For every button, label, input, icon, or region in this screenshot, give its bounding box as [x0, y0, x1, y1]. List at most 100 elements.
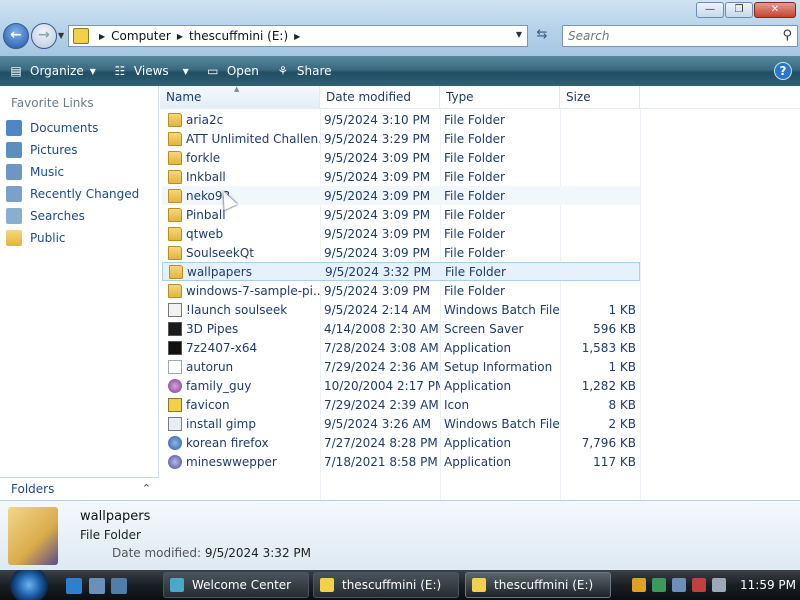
table-row[interactable]: family_guy 10/20/2004 2:17 PM Applicatio…	[162, 376, 640, 395]
public-folder-icon	[6, 230, 22, 246]
volume-muted-icon[interactable]	[712, 578, 726, 592]
help-button[interactable]: ?	[774, 62, 792, 80]
table-row[interactable]: qtweb 9/5/2024 3:09 PM File Folder	[162, 224, 640, 243]
table-row[interactable]: windows-7-sample-pi... 9/5/2024 3:09 PM …	[162, 281, 640, 300]
table-row[interactable]: Pinball 9/5/2024 3:09 PM File Folder	[162, 205, 640, 224]
minimize-button[interactable]: —	[696, 2, 724, 18]
file-name: aria2c	[186, 112, 224, 127]
search-input[interactable]	[563, 26, 763, 46]
breadcrumb-separator-icon[interactable]: ▶	[294, 32, 300, 41]
search-icon[interactable]: ⚲	[782, 28, 792, 43]
file-name: SoulseekQt	[186, 245, 255, 260]
forward-arrow-icon: →	[38, 27, 50, 43]
table-row[interactable]: mineswwepper 7/18/2021 8:58 PM Applicati…	[162, 452, 640, 471]
sidebar-item-pictures[interactable]: Pictures	[6, 142, 78, 158]
column-header-size[interactable]: Size	[560, 86, 640, 109]
table-row[interactable]: autorun 7/29/2024 2:36 AM Setup Informat…	[162, 357, 640, 376]
file-date: 10/20/2004 2:17 PM	[324, 378, 440, 393]
table-row[interactable]: favicon 7/29/2024 2:39 AM Icon 8 KB	[162, 395, 640, 414]
table-row[interactable]: aria2c 9/5/2024 3:10 PM File Folder	[162, 110, 640, 129]
refresh-button[interactable]: ⇆	[531, 27, 553, 45]
table-row[interactable]: korean firefox 7/27/2024 8:28 PM Applica…	[162, 433, 640, 452]
folder-icon	[168, 131, 182, 146]
breadcrumb-separator-icon[interactable]: ▶	[99, 32, 105, 41]
recent-pages-dropdown[interactable]: ▼	[58, 31, 64, 40]
breadcrumb-computer[interactable]: Computer	[111, 29, 171, 43]
sidebar-item-searches[interactable]: Searches	[6, 208, 85, 224]
internet-explorer-icon[interactable]	[66, 578, 82, 594]
address-bar[interactable]: ▶ Computer ▶ thescuffmini (E:) ▶ ▼	[68, 25, 528, 47]
file-date: 9/5/2024 3:09 PM	[324, 283, 431, 298]
open-button[interactable]: ▭ Open	[205, 64, 259, 78]
table-row[interactable]: forkle 9/5/2024 3:09 PM File Folder	[162, 148, 640, 167]
table-row[interactable]: install gimp 9/5/2024 3:26 AM Windows Ba…	[162, 414, 640, 433]
views-label: Views	[133, 64, 169, 78]
task-explorer-1[interactable]: thescuffmini (E:)	[313, 572, 459, 598]
organize-button[interactable]: ▤ Organize ▼	[8, 64, 96, 78]
table-row[interactable]: 7z2407-x64 7/28/2024 3:08 AM Application…	[162, 338, 640, 357]
command-bar: ▤ Organize ▼ ☷ Views ▼ ▭ Open ⚘ Share ?	[0, 56, 800, 86]
navigation-pane: Favorite Links Documents Pictures Music …	[0, 86, 159, 500]
address-dropdown-icon[interactable]: ▼	[516, 30, 522, 39]
views-button[interactable]: ☷ Views ▼	[112, 64, 189, 78]
folder-icon	[169, 264, 183, 279]
network-sharing-icon[interactable]	[652, 578, 666, 592]
welcome-center-icon	[170, 578, 184, 592]
column-header-label: Name	[166, 90, 202, 104]
column-header-date[interactable]: Date modified	[320, 86, 440, 109]
network-disconnected-icon[interactable]	[692, 578, 706, 592]
task-label: thescuffmini (E:)	[342, 578, 442, 592]
table-row[interactable]: ATT Unlimited Challen... 9/5/2024 3:29 P…	[162, 129, 640, 148]
task-label: thescuffmini (E:)	[494, 578, 594, 592]
forward-button[interactable]: →	[31, 23, 57, 49]
sidebar-item-public[interactable]: Public	[6, 230, 66, 246]
search-box[interactable]: ⚲	[562, 25, 798, 47]
recently-changed-icon	[6, 186, 22, 202]
table-row[interactable]: SoulseekQt 9/5/2024 3:09 PM File Folder	[162, 243, 640, 262]
file-type: File Folder	[444, 169, 505, 184]
task-welcome-center[interactable]: Welcome Center	[163, 572, 309, 598]
sidebar-item-documents[interactable]: Documents	[6, 120, 98, 136]
table-row[interactable]: Inkball 9/5/2024 3:09 PM File Folder	[162, 167, 640, 186]
maximize-button[interactable]: ❐	[725, 2, 753, 18]
start-button[interactable]	[9, 570, 49, 600]
file-type: Application	[444, 454, 512, 469]
column-header-type[interactable]: Type	[440, 86, 560, 109]
details-type: File Folder	[80, 528, 141, 542]
task-explorer-2[interactable]: thescuffmini (E:)	[465, 572, 611, 598]
wallpapers-folder-thumbnail	[8, 507, 58, 565]
back-button[interactable]: ←	[3, 23, 29, 49]
table-row[interactable]: !launch soulseek 9/5/2024 2:14 AM Window…	[162, 300, 640, 319]
drive-icon	[73, 28, 89, 44]
show-desktop-icon[interactable]	[89, 578, 105, 594]
sidebar-item-music[interactable]: Music	[6, 164, 64, 180]
pictures-icon	[6, 142, 22, 158]
file-date: 7/18/2021 8:58 PM	[324, 454, 438, 469]
sort-arrow-icon: ▲	[234, 85, 240, 93]
table-row[interactable]: 3D Pipes 4/14/2008 2:30 AM Screen Saver …	[162, 319, 640, 338]
organize-icon: ▤	[10, 64, 22, 78]
share-button[interactable]: ⚘ Share	[275, 64, 331, 78]
task-label: Welcome Center	[192, 578, 292, 592]
folder-icon	[168, 150, 182, 165]
folders-toggle[interactable]: Folders ⌃	[0, 477, 159, 500]
organize-label: Organize	[30, 64, 84, 78]
sidebar-item-recently-changed[interactable]: Recently Changed	[6, 186, 139, 202]
breadcrumb-separator-icon[interactable]: ▶	[177, 32, 183, 41]
device-icon[interactable]	[672, 578, 686, 592]
breadcrumb-drive[interactable]: thescuffmini (E:)	[189, 29, 288, 43]
folder-icon	[168, 112, 182, 127]
security-shield-icon[interactable]	[632, 578, 646, 592]
close-button[interactable]: ✕	[754, 2, 796, 18]
icon-file-icon	[168, 397, 182, 412]
column-header-name[interactable]: ▲ Name	[160, 85, 320, 109]
file-type: Application	[444, 435, 512, 450]
clock[interactable]: 11:59 PM	[740, 578, 796, 592]
file-name: family_guy	[186, 378, 252, 393]
chevron-down-icon: ▼	[182, 66, 189, 76]
details-pane: wallpapers File Folder Date modified: 9/…	[0, 500, 800, 570]
favorite-links-heading: Favorite Links	[11, 96, 94, 110]
chevron-down-icon: ▼	[89, 66, 96, 76]
switch-windows-icon[interactable]	[111, 578, 127, 594]
table-row[interactable]: wallpapers 9/5/2024 3:32 PM File Folder	[162, 262, 640, 281]
